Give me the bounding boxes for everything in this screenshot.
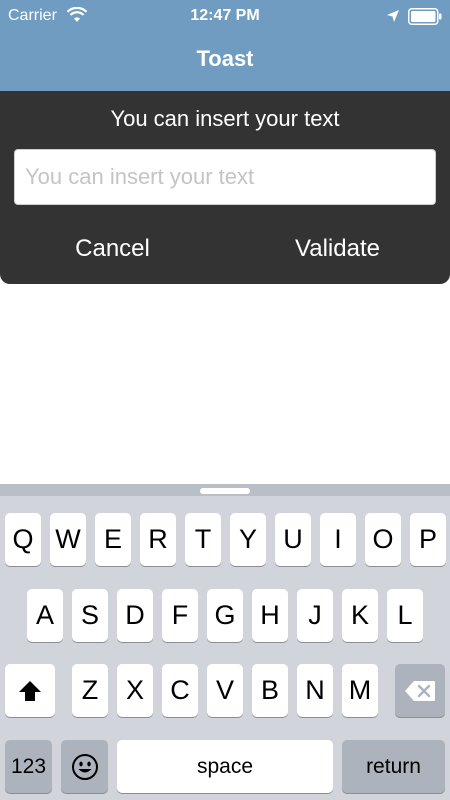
numbers-key[interactable]: 123 (5, 740, 52, 793)
key-i[interactable]: I (320, 513, 356, 566)
space-key[interactable]: space (117, 740, 333, 793)
keyboard-handle[interactable] (200, 488, 250, 494)
toast-message: You can insert your text (110, 106, 340, 131)
backspace-icon (405, 680, 435, 701)
key-j[interactable]: J (297, 589, 333, 642)
key-b[interactable]: B (252, 664, 288, 717)
backspace-key[interactable] (395, 664, 445, 717)
validate-button[interactable]: Validate (225, 221, 450, 277)
key-f[interactable]: F (162, 589, 198, 642)
shift-key[interactable] (5, 664, 55, 717)
key-y[interactable]: Y (230, 513, 266, 566)
key-x[interactable]: X (117, 664, 153, 717)
key-c[interactable]: C (162, 664, 198, 717)
key-w[interactable]: W (50, 513, 86, 566)
key-z[interactable]: Z (72, 664, 108, 717)
keyboard: Q W E R T Y U I O P A S D F G H J K L Z … (0, 484, 450, 800)
toast-dialog: You can insert your text Cancel Validate (0, 91, 450, 284)
return-key[interactable]: return (342, 740, 445, 793)
key-v[interactable]: V (207, 664, 243, 717)
cancel-button[interactable]: Cancel (0, 221, 225, 277)
nav-title: Toast (196, 46, 254, 71)
key-h[interactable]: H (252, 589, 288, 642)
key-o[interactable]: O (365, 513, 401, 566)
status-bar: Carrier 12:47 PM (0, 0, 450, 32)
header: Carrier 12:47 PM Toast (0, 0, 450, 91)
key-q[interactable]: Q (5, 513, 41, 566)
key-a[interactable]: A (27, 589, 63, 642)
key-r[interactable]: R (140, 513, 176, 566)
key-m[interactable]: M (342, 664, 378, 717)
location-icon (387, 10, 399, 22)
battery-icon (408, 8, 442, 25)
status-time: 12:47 PM (190, 7, 260, 24)
keyboard-top-bar (0, 484, 450, 496)
key-s[interactable]: S (72, 589, 108, 642)
key-n[interactable]: N (297, 664, 333, 717)
key-k[interactable]: K (342, 589, 378, 642)
key-u[interactable]: U (275, 513, 311, 566)
shift-icon (19, 680, 41, 701)
emoji-icon (71, 753, 98, 780)
key-t[interactable]: T (185, 513, 221, 566)
key-g[interactable]: G (207, 589, 243, 642)
toast-text-input[interactable] (14, 149, 436, 205)
key-l[interactable]: L (387, 589, 423, 642)
key-d[interactable]: D (117, 589, 153, 642)
key-p[interactable]: P (410, 513, 446, 566)
emoji-key[interactable] (61, 740, 108, 793)
key-e[interactable]: E (95, 513, 131, 566)
